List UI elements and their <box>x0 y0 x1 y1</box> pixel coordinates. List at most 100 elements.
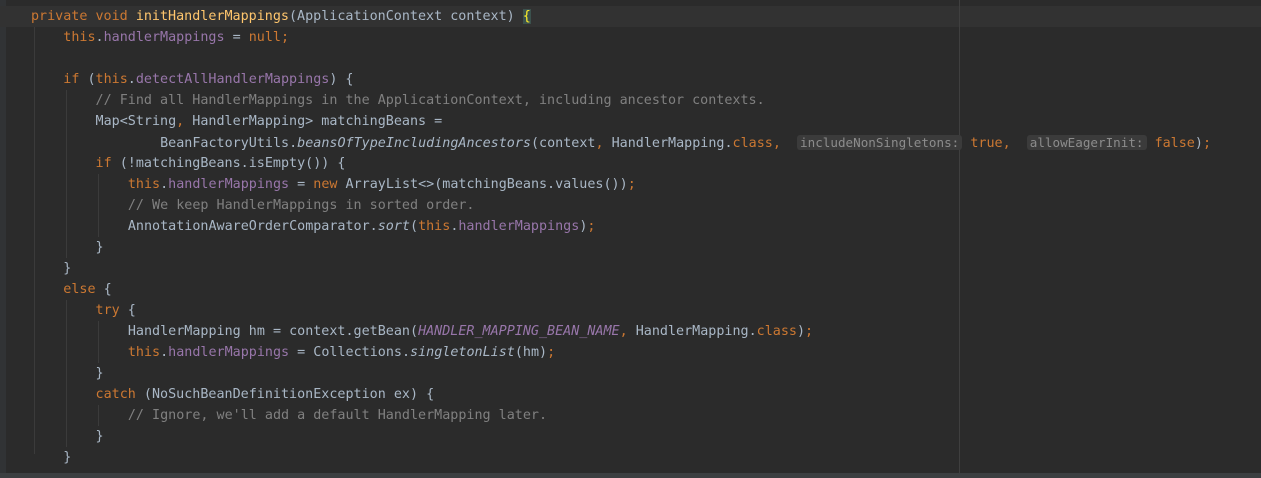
code-token: ; <box>627 177 636 192</box>
code-line[interactable]: } <box>0 237 1261 258</box>
code-token: if <box>95 156 120 171</box>
code-token: . <box>160 177 169 192</box>
code-token: this <box>95 72 128 87</box>
parameter-hint: includeNonSingletons: <box>797 135 963 150</box>
code-token: { <box>127 303 136 318</box>
code-token: , <box>176 114 193 129</box>
code-line[interactable]: } <box>0 426 1261 447</box>
code-line[interactable]: AnnotationAwareOrderComparator.sort(this… <box>0 216 1261 237</box>
code-token: else <box>63 282 104 297</box>
code-token: ; <box>805 324 814 339</box>
code-token: } <box>95 429 104 444</box>
code-token: this <box>127 345 161 360</box>
code-token: } <box>95 240 104 255</box>
code-token: initHandlerMappings <box>135 9 289 24</box>
code-token: . <box>160 345 169 360</box>
code-token: // We keep HandlerMappings in sorted ord… <box>127 198 475 213</box>
code-line[interactable]: // Find all HandlerMappings in the Appli… <box>0 90 1261 111</box>
code-line[interactable]: } <box>0 363 1261 384</box>
code-line[interactable]: else { <box>0 279 1261 300</box>
code-token: } <box>63 261 72 276</box>
code-token: catch <box>95 387 144 402</box>
code-token: this <box>63 30 96 45</box>
code-line[interactable]: // We keep HandlerMappings in sorted ord… <box>0 195 1261 216</box>
code-token: new <box>313 177 346 192</box>
code-token: = Collections. <box>289 345 411 360</box>
code-token: true <box>970 136 1003 151</box>
code-token: AnnotationAwareOrderComparator. <box>127 219 378 234</box>
code-line[interactable]: // Ignore, we'll add a default HandlerMa… <box>0 405 1261 426</box>
code-token: class <box>732 136 773 151</box>
code-token: singletonList <box>410 345 515 360</box>
code-line[interactable]: this.handlerMappings = new ArrayList<>(m… <box>0 174 1261 195</box>
code-token: HandlerMapping hm = context.getBean( <box>127 324 419 339</box>
code-token: ( <box>87 72 96 87</box>
code-token: ) <box>1194 136 1203 151</box>
code-line[interactable]: } <box>0 258 1261 279</box>
code-token: handlerMappings <box>168 345 290 360</box>
code-line[interactable]: private void initHandlerMappings(Applica… <box>0 6 1261 27</box>
code-token: . <box>95 30 104 45</box>
code-token: ; <box>280 30 290 45</box>
code-token: (!matchingBeans.isEmpty()) { <box>119 156 346 171</box>
code-token: ) <box>796 324 806 339</box>
code-token: ) { <box>329 72 354 87</box>
code-editor[interactable]: private void initHandlerMappings(Applica… <box>0 0 1261 478</box>
code-token: BeanFactoryUtils. <box>160 136 298 151</box>
code-token: ; <box>547 345 556 360</box>
code-token: { <box>522 9 531 24</box>
code-token: void <box>95 9 136 24</box>
code-line[interactable]: this.handlerMappings = null; <box>0 27 1261 48</box>
code-token: = <box>289 177 314 192</box>
code-content[interactable]: private void initHandlerMappings(Applica… <box>0 6 1261 468</box>
code-line[interactable]: catch (NoSuchBeanDefinitionException ex)… <box>0 384 1261 405</box>
code-token: (ApplicationContext context) <box>289 9 523 24</box>
code-token: if <box>63 72 88 87</box>
code-token: ArrayList<>(matchingBeans.values()) <box>345 177 628 192</box>
code-token: this <box>418 219 451 234</box>
code-token: this <box>127 177 161 192</box>
parameter-hint: allowEagerInit: <box>1026 135 1147 150</box>
code-token: try <box>95 303 128 318</box>
code-token: , <box>1002 136 1027 151</box>
code-line[interactable]: HandlerMapping hm = context.getBean(HAND… <box>0 321 1261 342</box>
code-token: // Ignore, we'll add a default HandlerMa… <box>127 408 548 423</box>
code-line[interactable] <box>0 48 1261 69</box>
code-token: ; <box>587 219 596 234</box>
code-token: private <box>31 9 96 24</box>
code-token: = <box>224 30 249 45</box>
code-token: handlerMappings <box>458 219 580 234</box>
code-token: beansOfTypeIncludingAncestors <box>297 136 531 151</box>
code-token: (context <box>530 136 596 151</box>
code-token: sort <box>377 219 410 234</box>
code-token: } <box>63 450 72 465</box>
code-token: , <box>619 324 636 339</box>
code-token: ; <box>1202 136 1211 151</box>
code-line[interactable]: BeanFactoryUtils.beansOfTypeIncludingAnc… <box>0 132 1261 153</box>
code-line[interactable]: if (!matchingBeans.isEmpty()) { <box>0 153 1261 174</box>
code-token: // Find all HandlerMappings in the Appli… <box>95 93 765 108</box>
code-token: } <box>95 366 104 381</box>
code-token: (NoSuchBeanDefinitionException ex) { <box>143 387 435 402</box>
code-line[interactable]: if (this.detectAllHandlerMappings) { <box>0 69 1261 90</box>
code-token: , <box>772 136 798 151</box>
code-token: HandlerMapping. <box>611 136 733 151</box>
code-line[interactable]: this.handlerMappings = Collections.singl… <box>0 342 1261 363</box>
code-token: (hm) <box>514 345 548 360</box>
code-token: . <box>127 72 136 87</box>
code-token: null <box>248 30 281 45</box>
code-line[interactable]: } <box>0 447 1261 468</box>
code-token: HANDLER_MAPPING_BEAN_NAME <box>418 324 620 339</box>
code-token: false <box>1154 136 1195 151</box>
code-line[interactable]: Map<String, HandlerMapping> matchingBean… <box>0 111 1261 132</box>
code-token: class <box>756 324 797 339</box>
editor-bottom-border <box>0 473 1261 478</box>
code-token: , <box>595 136 612 151</box>
code-token: ( <box>410 219 419 234</box>
code-token: handlerMappings <box>103 30 225 45</box>
code-token: Map<String <box>95 114 177 129</box>
code-token: handlerMappings <box>168 177 290 192</box>
code-line[interactable]: try { <box>0 300 1261 321</box>
code-token: HandlerMapping> matchingBeans = <box>192 114 443 129</box>
